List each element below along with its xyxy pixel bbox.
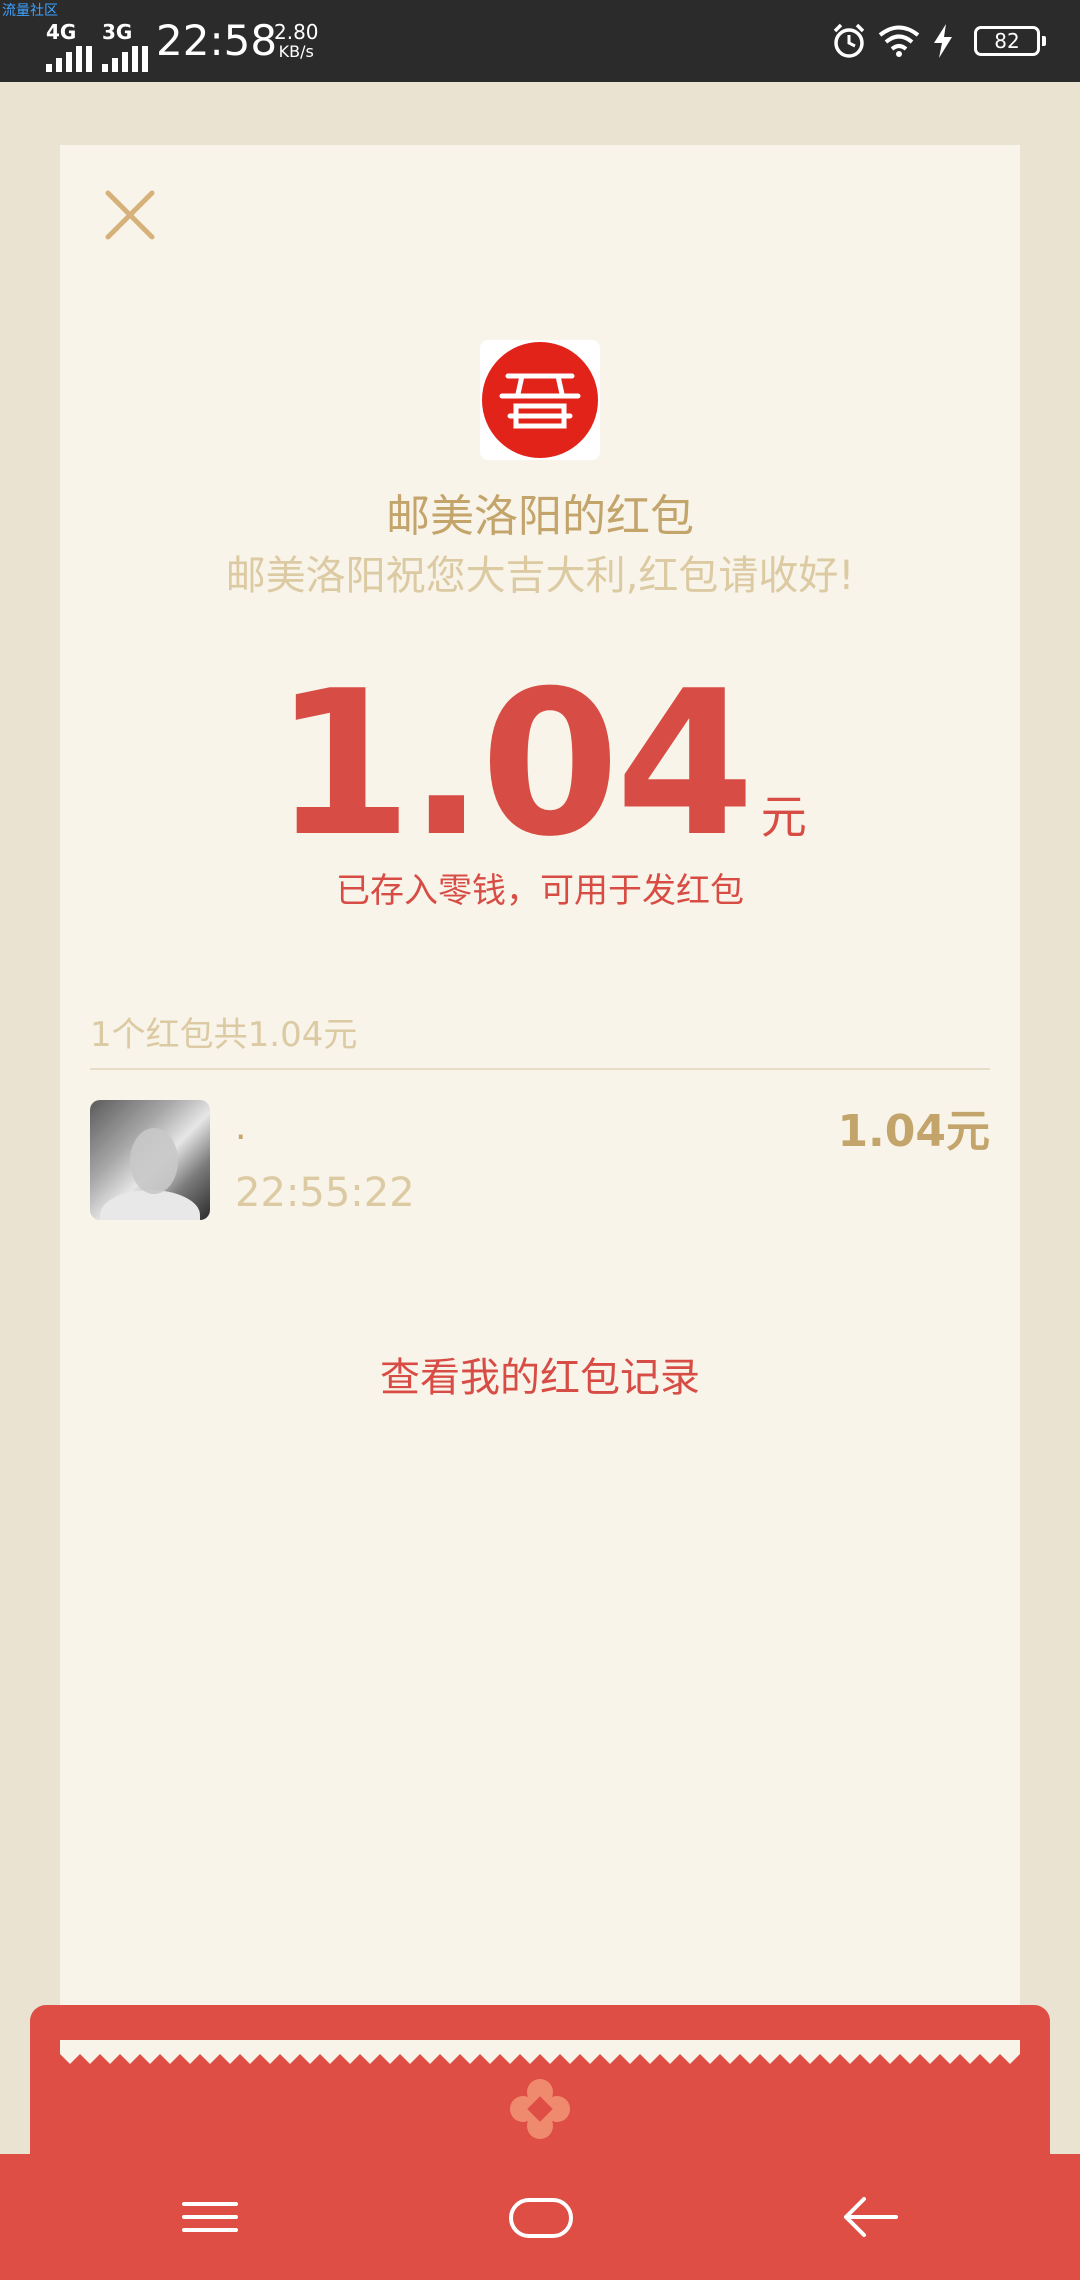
envelope-emblem-icon <box>510 2079 570 2139</box>
sender-logo <box>480 340 600 460</box>
system-navigation-bar <box>0 2154 1080 2280</box>
battery-icon: 82 <box>974 26 1046 56</box>
charging-icon <box>934 24 952 58</box>
battery-level: 82 <box>994 29 1020 53</box>
status-bar: 流量社区 4G 3G 22:58 2.80 KB/s 82 <box>0 0 1080 82</box>
network-speed: 2.80 KB/s <box>274 22 319 62</box>
divider <box>90 1068 990 1070</box>
receive-amount: 1.04元 <box>837 1106 990 1157</box>
packet-summary: 1个红包共1.04元 <box>90 1015 358 1055</box>
red-packet-detail-card: 邮美洛阳的红包 邮美洛阳祝您大吉大利,红包请收好! 1.04 元 已存入零钱，可用… <box>60 145 1020 2065</box>
menu-icon[interactable] <box>180 2192 240 2242</box>
sender-title: 邮美洛阳的红包 <box>386 491 694 542</box>
status-time: 22:58 <box>156 16 278 65</box>
amount-value: 1.04 <box>273 648 754 881</box>
view-red-packet-records-link[interactable]: 查看我的红包记录 <box>60 1345 1020 1403</box>
receiver-name: . <box>235 1107 247 1148</box>
network-type-label: 4G <box>46 20 77 44</box>
speed-unit: KB/s <box>278 42 314 61</box>
amount-display: 1.04 元 <box>60 665 1020 865</box>
zigzag-edge <box>60 2040 1020 2064</box>
watermark-text: 流量社区 <box>2 3 58 19</box>
amount-unit: 元 <box>760 790 807 844</box>
receive-time: 22:55:22 <box>235 1170 415 1216</box>
home-icon[interactable] <box>506 2192 576 2242</box>
close-icon[interactable] <box>102 187 158 243</box>
network-type-label: 3G <box>102 20 133 44</box>
avatar[interactable] <box>90 1100 210 1220</box>
stored-note-link[interactable]: 已存入零钱，可用于发红包 <box>60 863 1020 912</box>
speed-value: 2.80 <box>274 20 319 44</box>
wifi-icon <box>878 25 920 57</box>
blessing-text: 邮美洛阳祝您大吉大利,红包请收好! <box>225 553 855 599</box>
back-icon[interactable] <box>840 2192 900 2242</box>
alarm-icon <box>833 23 865 58</box>
